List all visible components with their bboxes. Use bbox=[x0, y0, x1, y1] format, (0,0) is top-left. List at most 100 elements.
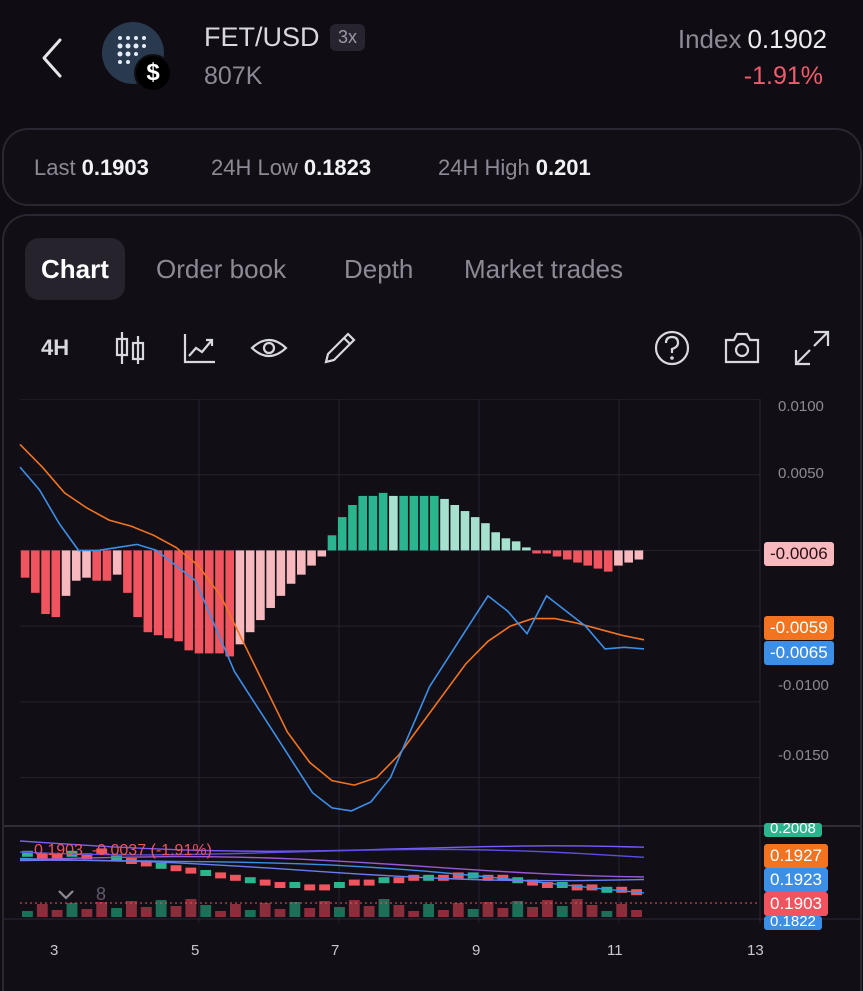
price-candle bbox=[348, 879, 360, 886]
stat-last: Last 0.1903 bbox=[34, 155, 149, 181]
back-button[interactable] bbox=[30, 30, 78, 86]
macd-histogram-bar bbox=[266, 550, 275, 608]
index-label: Index bbox=[677, 24, 742, 54]
macd-histogram-bar bbox=[552, 550, 562, 557]
macd-histogram-bar bbox=[133, 550, 142, 618]
chart-panel: Chart Order book Depth Market trades 4H bbox=[2, 214, 862, 991]
indicator-icon[interactable] bbox=[181, 328, 217, 368]
macd-histogram-bar bbox=[51, 550, 61, 618]
price-tag-ma2: 0.1923 bbox=[764, 868, 828, 892]
stat-high-label: 24H High bbox=[438, 155, 530, 180]
volume-bar bbox=[289, 902, 301, 917]
stat-24h-high: 24H High 0.201 bbox=[438, 155, 591, 181]
macd-histogram-bar bbox=[348, 505, 357, 551]
volume-bar bbox=[482, 902, 494, 917]
index-price: Index 0.1902 bbox=[678, 24, 827, 55]
volume-bar bbox=[66, 903, 78, 917]
volume-bar bbox=[586, 905, 598, 917]
eye-icon[interactable] bbox=[249, 328, 289, 368]
histogram-value-tag: -0.0006 bbox=[764, 542, 834, 566]
header: $ FET/USD 3x 807K Index 0.1902 -1.91% bbox=[0, 0, 863, 120]
macd-histogram-bar bbox=[634, 550, 644, 560]
price-tag-high: 0.2008 bbox=[764, 823, 822, 837]
camera-icon[interactable] bbox=[722, 328, 762, 368]
macd-histogram-bar bbox=[92, 550, 102, 581]
volume-bar bbox=[363, 906, 375, 917]
volume-bar bbox=[230, 904, 241, 917]
macd-histogram-bar bbox=[307, 550, 316, 566]
volume-bar bbox=[111, 908, 122, 917]
x-axis-0: 3 bbox=[50, 942, 59, 959]
volume-bar bbox=[423, 904, 434, 917]
volume-bar bbox=[616, 904, 628, 917]
stat-24h-low: 24H Low 0.1823 bbox=[211, 155, 371, 181]
macd-histogram-bar bbox=[429, 495, 439, 551]
volume-bar bbox=[393, 905, 405, 917]
macd-histogram-bar bbox=[358, 495, 368, 551]
tab-depth[interactable]: Depth bbox=[344, 238, 413, 300]
macd-histogram-bar bbox=[204, 550, 214, 654]
macd-histogram-bar bbox=[256, 550, 265, 621]
macd-histogram-bar bbox=[317, 550, 327, 557]
price-candle bbox=[200, 870, 212, 876]
macd-histogram-bar bbox=[532, 550, 541, 554]
price-candle bbox=[215, 872, 226, 879]
stats-bar: Last 0.1903 24H Low 0.1823 24H High 0.201 bbox=[2, 128, 862, 206]
macd-histogram-bar bbox=[225, 550, 235, 657]
macd-histogram-bar bbox=[61, 550, 71, 596]
macd-histogram-bar bbox=[593, 550, 603, 569]
chevron-left-icon bbox=[42, 38, 62, 78]
price-candle bbox=[185, 867, 197, 874]
macd-line bbox=[19, 466, 645, 812]
macd-histogram-bar bbox=[123, 550, 132, 593]
volume-bar bbox=[452, 903, 464, 917]
usd-badge-icon: $ bbox=[134, 54, 172, 92]
price-candle bbox=[334, 882, 345, 888]
macd-histogram-bar bbox=[614, 550, 623, 566]
pencil-icon[interactable] bbox=[320, 328, 360, 368]
help-icon[interactable] bbox=[652, 328, 692, 368]
volume-bar bbox=[244, 910, 256, 917]
price-tag-ma1: 0.1927 bbox=[764, 844, 828, 868]
macd-histogram-bar bbox=[184, 550, 194, 651]
collapsed-indicator-count: 8 bbox=[96, 884, 107, 904]
macd-value-tag: -0.0065 bbox=[764, 641, 834, 665]
macd-histogram-bar bbox=[583, 550, 593, 566]
timeframe-selector[interactable]: 4H bbox=[41, 328, 69, 368]
price-candle bbox=[304, 884, 316, 891]
macd-axis-0: 0.0100 bbox=[778, 398, 824, 415]
macd-histogram-bar bbox=[399, 495, 408, 551]
volume-bar bbox=[259, 903, 271, 917]
macd-histogram-bar bbox=[562, 550, 572, 560]
macd-histogram-bar bbox=[368, 495, 378, 551]
tab-chart[interactable]: Chart bbox=[25, 238, 125, 300]
chevron-down-icon[interactable] bbox=[56, 888, 76, 902]
volume-bar bbox=[215, 911, 226, 917]
price-candle bbox=[155, 862, 167, 869]
tab-order-book[interactable]: Order book bbox=[156, 238, 286, 300]
stat-last-value: 0.1903 bbox=[81, 155, 149, 180]
pair-name[interactable]: FET/USD bbox=[204, 22, 320, 53]
macd-histogram-bar bbox=[327, 535, 337, 551]
price-tag-low: 0.1822 bbox=[764, 916, 822, 930]
macd-histogram-bar bbox=[337, 517, 347, 551]
macd-histogram-bar bbox=[31, 550, 40, 593]
macd-histogram-bar bbox=[491, 532, 500, 551]
volume-bar bbox=[497, 908, 509, 917]
moving-average-line bbox=[19, 859, 645, 882]
x-axis-1: 5 bbox=[191, 942, 200, 959]
candlestick-icon[interactable] bbox=[112, 328, 148, 368]
volume-bar bbox=[438, 910, 449, 917]
macd-histogram-bar bbox=[450, 505, 460, 551]
volume-bar bbox=[22, 911, 33, 917]
macd-histogram-bar bbox=[112, 550, 122, 575]
volume-bar bbox=[274, 909, 286, 917]
volume-bar bbox=[571, 899, 583, 917]
macd-axis-1: 0.0050 bbox=[778, 465, 824, 482]
tab-market-trades[interactable]: Market trades bbox=[464, 238, 623, 300]
x-axis-4: 11 bbox=[607, 942, 623, 959]
expand-icon[interactable] bbox=[792, 328, 832, 368]
macd-histogram-bar bbox=[143, 550, 153, 633]
macd-histogram-bar bbox=[276, 550, 286, 596]
macd-chart[interactable] bbox=[4, 399, 860, 991]
